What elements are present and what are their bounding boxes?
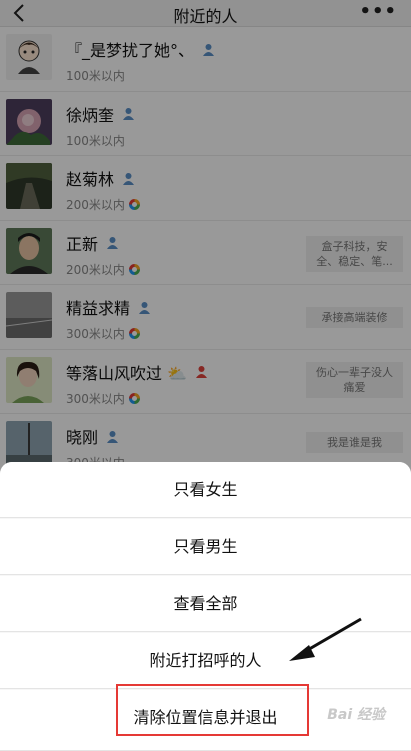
show-male-only-button[interactable]: 只看男生 xyxy=(0,519,411,575)
annotation-arrow-icon xyxy=(289,617,362,661)
highlight-box xyxy=(116,684,309,736)
show-female-only-button[interactable]: 只看女生 xyxy=(0,462,411,518)
watermark: Bai 经验 xyxy=(327,707,385,723)
